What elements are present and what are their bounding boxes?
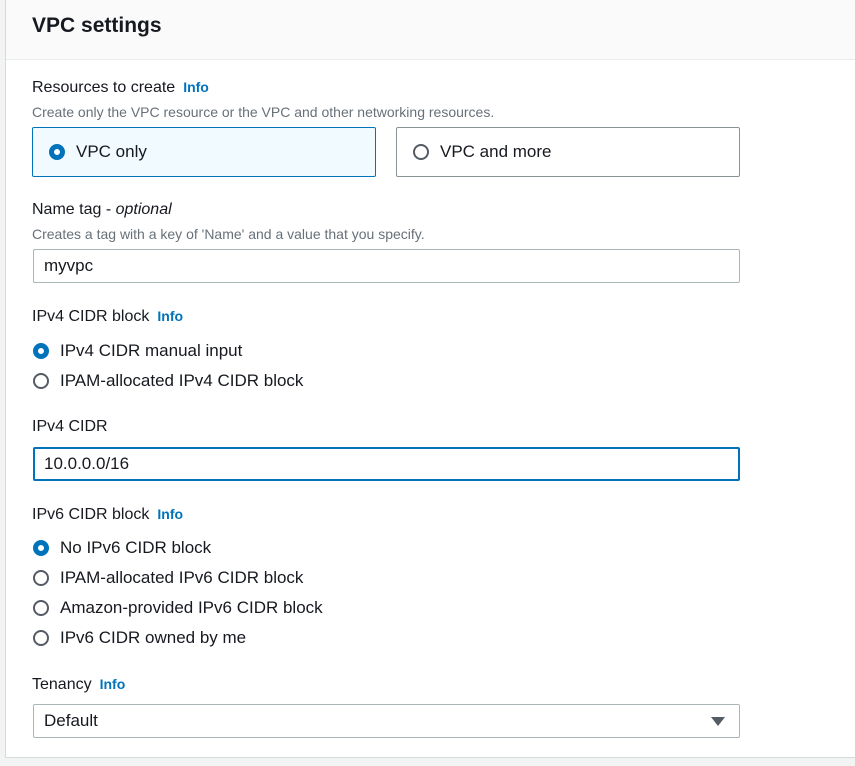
vpc-settings-panel: VPC settings Resources to create Info Cre…	[5, 0, 855, 758]
vpc-and-more-label: VPC and more	[440, 142, 552, 161]
resources-field-label: Resources to create Info	[32, 79, 209, 97]
ipv6-amazon-radio-icon	[33, 600, 49, 616]
ipv6-ipam-radio-icon	[33, 570, 49, 586]
name-tag-optional: optional	[115, 201, 172, 218]
caret-down-icon	[711, 717, 725, 726]
ipv6-block-label: IPv6 CIDR block	[32, 506, 150, 523]
ipv4-block-info-link[interactable]: Info	[157, 308, 183, 324]
tenancy-select[interactable]: Default	[33, 704, 740, 738]
ipv6-amazon-label: Amazon-provided IPv6 CIDR block	[60, 598, 323, 617]
no-ipv6-label: No IPv6 CIDR block	[60, 538, 212, 557]
ipv4-ipam-label: IPAM-allocated IPv4 CIDR block	[60, 371, 304, 390]
vpc-only-label: VPC only	[76, 142, 147, 161]
ipv4-manual-label: IPv4 CIDR manual input	[60, 341, 243, 360]
ipv4-block-field-label: IPv4 CIDR block Info	[32, 308, 183, 326]
ipv4-manual-radio-icon	[33, 343, 49, 359]
vpc-only-radio-icon	[49, 144, 65, 160]
tenancy-selected-value: Default	[44, 711, 98, 730]
no-ipv6-radio-icon	[33, 540, 49, 556]
name-tag-input[interactable]: myvpc	[33, 249, 740, 283]
resources-label: Resources to create	[32, 79, 176, 96]
name-tag-label: Name tag -	[32, 201, 116, 218]
tenancy-info-link[interactable]: Info	[100, 676, 126, 692]
vpc-and-more-tile[interactable]: VPC and more	[396, 127, 740, 177]
panel-header: VPC settings	[6, 0, 855, 60]
ipv6-amazon-option[interactable]: Amazon-provided IPv6 CIDR block	[33, 598, 323, 618]
ipv4-cidr-label: IPv4 CIDR	[32, 418, 108, 435]
name-tag-field-label: Name tag - optional	[32, 201, 172, 219]
resources-description: Create only the VPC resource or the VPC …	[32, 104, 495, 120]
ipv4-manual-input-option[interactable]: IPv4 CIDR manual input	[33, 341, 242, 361]
ipv6-block-field-label: IPv6 CIDR block Info	[32, 506, 183, 524]
ipv6-owned-label: IPv6 CIDR owned by me	[60, 628, 247, 647]
ipv6-owned-radio-icon	[33, 630, 49, 646]
ipv6-ipam-label: IPAM-allocated IPv6 CIDR block	[60, 568, 304, 587]
panel-title: VPC settings	[32, 14, 162, 37]
vpc-and-more-radio-icon	[413, 144, 429, 160]
resources-info-link[interactable]: Info	[183, 79, 209, 95]
ipv4-cidr-input[interactable]: 10.0.0.0/16	[33, 447, 740, 481]
ipv6-block-info-link[interactable]: Info	[157, 506, 183, 522]
ipv4-block-label: IPv4 CIDR block	[32, 308, 150, 325]
ipv4-ipam-option[interactable]: IPAM-allocated IPv4 CIDR block	[33, 371, 303, 391]
ipv6-owned-option[interactable]: IPv6 CIDR owned by me	[33, 628, 246, 648]
tenancy-field-label: Tenancy Info	[32, 676, 125, 694]
ipv6-ipam-option[interactable]: IPAM-allocated IPv6 CIDR block	[33, 568, 303, 588]
vpc-only-tile[interactable]: VPC only	[32, 127, 376, 177]
tenancy-label: Tenancy	[32, 676, 92, 693]
name-tag-description: Creates a tag with a key of 'Name' and a…	[32, 226, 425, 242]
ipv4-ipam-radio-icon	[33, 373, 49, 389]
no-ipv6-option[interactable]: No IPv6 CIDR block	[33, 538, 211, 558]
